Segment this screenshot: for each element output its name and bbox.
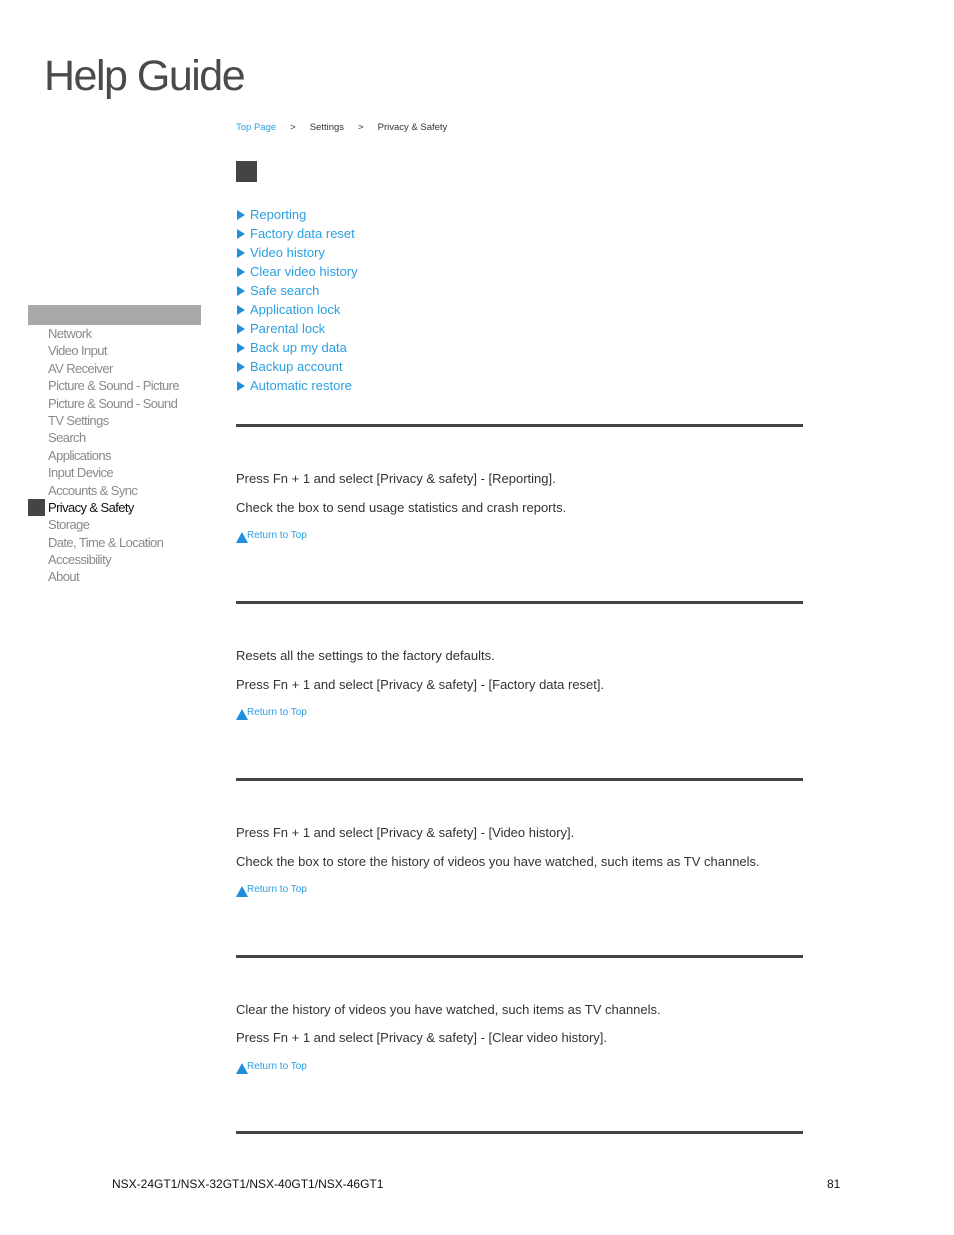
toc-link[interactable]: Application lock	[250, 302, 340, 317]
toc-item-video-history[interactable]: Video history	[236, 243, 358, 262]
toc-link[interactable]: Backup account	[250, 359, 343, 374]
toc-item-backup-account[interactable]: Backup account	[236, 357, 358, 376]
return-to-top-link[interactable]: Return to Top	[236, 531, 307, 543]
toc-item-parental-lock[interactable]: Parental lock	[236, 319, 358, 338]
toc-link[interactable]: Parental lock	[250, 321, 325, 336]
triangle-right-icon	[237, 209, 245, 220]
breadcrumb-separator: >	[290, 122, 296, 133]
triangle-right-icon	[237, 380, 245, 391]
sidebar-header-bar	[28, 305, 201, 325]
section-safe-search	[236, 1131, 803, 1134]
toc-link[interactable]: Clear video history	[250, 264, 358, 279]
sidebar-item-network[interactable]: Network	[28, 325, 201, 342]
sidebar-item-date-time-location[interactable]: Date, Time & Location	[28, 534, 201, 551]
section-paragraph: Press Fn + 1 and select [Privacy & safet…	[236, 1030, 608, 1045]
section-divider	[236, 955, 803, 958]
triangle-right-icon	[237, 361, 245, 372]
footer-page-number: 81	[827, 1177, 841, 1191]
toc-item-clear-video-history[interactable]: Clear video history	[236, 262, 358, 281]
sidebar-list: Network Video Input AV Receiver Picture …	[28, 325, 201, 586]
toc-link[interactable]: Video history	[250, 245, 325, 260]
sidebar-item-label: Privacy & Safety	[48, 499, 134, 515]
section-divider	[236, 1131, 803, 1134]
active-item-marker	[28, 498, 45, 516]
section-paragraph: Press Fn + 1 and select [Privacy & safet…	[236, 677, 605, 692]
sidebar-item-av-receiver[interactable]: AV Receiver	[28, 360, 201, 377]
breadcrumb: Top Page > Settings > Privacy & Safety	[236, 122, 447, 133]
sidebar-item-tv-settings[interactable]: TV Settings	[28, 412, 201, 429]
section-paragraph: Resets all the settings to the factory d…	[236, 648, 495, 663]
sidebar-item-accessibility[interactable]: Accessibility	[28, 551, 201, 568]
breadcrumb-separator: >	[358, 122, 364, 133]
toc-item-reporting[interactable]: Reporting	[236, 205, 358, 224]
table-of-contents: Reporting Factory data reset Video histo…	[236, 205, 358, 395]
page-title: Help Guide	[44, 52, 246, 100]
sidebar-item-about[interactable]: About	[28, 568, 201, 585]
toc-item-automatic-restore[interactable]: Automatic restore	[236, 376, 358, 395]
return-to-top-link[interactable]: Return to Top	[236, 708, 307, 720]
toc-link[interactable]: Back up my data	[250, 340, 347, 355]
sidebar-item-accounts-sync[interactable]: Accounts & Sync	[28, 482, 201, 499]
breadcrumb-top-page[interactable]: Top Page	[236, 122, 276, 133]
sidebar-item-video-input[interactable]: Video Input	[28, 342, 201, 359]
sidebar: Network Video Input AV Receiver Picture …	[28, 305, 201, 586]
sidebar-item-picture-sound-sound[interactable]: Picture & Sound - Sound	[28, 395, 201, 412]
triangle-right-icon	[237, 285, 245, 296]
footer-model-numbers: NSX-24GT1/NSX-32GT1/NSX-40GT1/NSX-46GT1	[112, 1177, 384, 1191]
sidebar-item-picture-sound-picture[interactable]: Picture & Sound - Picture	[28, 377, 201, 394]
section-divider	[236, 778, 803, 781]
return-to-top-label[interactable]: Return to Top	[247, 708, 307, 718]
triangle-right-icon	[237, 342, 245, 353]
toc-link[interactable]: Automatic restore	[250, 378, 352, 393]
section-reporting: Press Fn + 1 and select [Privacy & safet…	[236, 424, 803, 543]
toc-item-application-lock[interactable]: Application lock	[236, 300, 358, 319]
sidebar-item-search[interactable]: Search	[28, 429, 201, 446]
return-to-top-label[interactable]: Return to Top	[247, 531, 307, 541]
section-factory-data-reset: Resets all the settings to the factory d…	[236, 601, 803, 720]
section-clear-video-history: Clear the history of videos you have wat…	[236, 955, 803, 1074]
section-paragraph: Check the box to send usage statistics a…	[236, 500, 567, 515]
breadcrumb-current: Privacy & Safety	[377, 122, 448, 133]
sidebar-item-input-device[interactable]: Input Device	[28, 464, 201, 481]
toc-item-back-up-my-data[interactable]: Back up my data	[236, 338, 358, 357]
return-to-top-label[interactable]: Return to Top	[247, 885, 307, 895]
triangle-right-icon	[237, 228, 245, 239]
toc-item-safe-search[interactable]: Safe search	[236, 281, 358, 300]
breadcrumb-settings: Settings	[309, 122, 345, 133]
sidebar-item-applications[interactable]: Applications	[28, 447, 201, 464]
section-paragraph: Check the box to store the history of vi…	[236, 854, 760, 869]
sidebar-item-storage[interactable]: Storage	[28, 516, 201, 533]
triangle-right-icon	[237, 266, 245, 277]
return-to-top-link[interactable]: Return to Top	[236, 1062, 307, 1074]
triangle-right-icon	[237, 323, 245, 334]
sidebar-item-privacy-safety[interactable]: Privacy & Safety	[28, 498, 201, 516]
section-paragraph: Press Fn + 1 and select [Privacy & safet…	[236, 471, 556, 486]
section-paragraph: Press Fn + 1 and select [Privacy & safet…	[236, 825, 575, 840]
return-to-top-link[interactable]: Return to Top	[236, 885, 307, 897]
section-heading-marker	[236, 161, 257, 182]
section-paragraph: Clear the history of videos you have wat…	[236, 1002, 661, 1017]
triangle-right-icon	[237, 304, 245, 315]
section-divider	[236, 601, 803, 604]
toc-link[interactable]: Reporting	[250, 207, 306, 222]
return-to-top-label[interactable]: Return to Top	[247, 1062, 307, 1072]
triangle-right-icon	[237, 247, 245, 258]
toc-item-factory-data-reset[interactable]: Factory data reset	[236, 224, 358, 243]
toc-link[interactable]: Safe search	[250, 283, 319, 298]
section-video-history: Press Fn + 1 and select [Privacy & safet…	[236, 778, 803, 897]
toc-link[interactable]: Factory data reset	[250, 226, 355, 241]
section-divider	[236, 424, 803, 427]
